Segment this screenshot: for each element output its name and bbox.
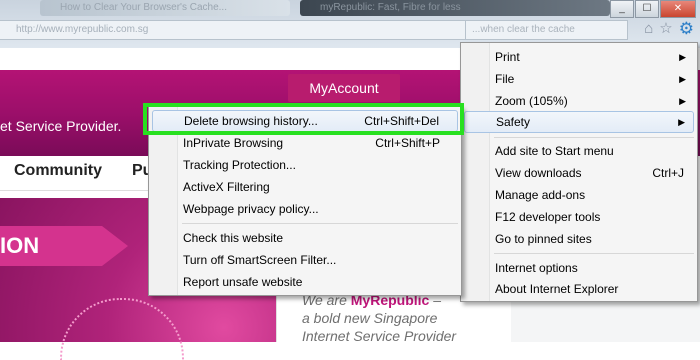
search-box[interactable]: ...when clear the cache [465, 20, 628, 40]
menu-item-manage-addons[interactable]: Manage add-ons [464, 184, 694, 206]
browser-tab-2[interactable]: myRepublic: Fast, Fibre for less [300, 0, 610, 16]
submenu-arrow-icon: ▶ [679, 74, 686, 84]
menu-separator [494, 137, 694, 138]
gear-icon[interactable]: ⚙ [679, 20, 694, 37]
menu-item-view-downloads[interactable]: View downloads Ctrl+J [464, 162, 694, 184]
site-tagline: et Service Provider. [0, 118, 122, 134]
toolbar-icons: ⌂ ☆ ⚙ [644, 20, 694, 37]
address-bar[interactable]: http://www.myrepublic.com.sg [0, 20, 477, 40]
menu-item-tracking-protection[interactable]: Tracking Protection... [152, 154, 458, 176]
window-controls: _ ☐ ✕ [609, 0, 696, 18]
menu-item-safety[interactable]: Safety ▶ [464, 111, 694, 133]
menu-item-check-website[interactable]: Check this website [152, 227, 458, 249]
home-icon[interactable]: ⌂ [644, 21, 653, 37]
menu-item-activex-filtering[interactable]: ActiveX Filtering [152, 176, 458, 198]
myaccount-button[interactable]: MyAccount [288, 74, 400, 102]
menu-item-smartscreen[interactable]: Turn off SmartScreen Filter... [152, 249, 458, 271]
submenu-arrow-icon: ▶ [679, 96, 686, 106]
highlight-annotation-box [143, 103, 464, 135]
menu-item-internet-options[interactable]: Internet options [464, 257, 694, 279]
menu-separator [494, 253, 694, 254]
menu-separator [182, 223, 458, 224]
menu-item-about-ie[interactable]: About Internet Explorer [464, 278, 694, 300]
shortcut-label: Ctrl+J [652, 166, 684, 180]
promo-ribbon: ION [0, 226, 128, 266]
submenu-arrow-icon: ▶ [679, 52, 686, 62]
menu-item-f12-tools[interactable]: F12 developer tools [464, 206, 694, 228]
promo-decoration [60, 298, 184, 360]
maximize-button[interactable]: ☐ [635, 0, 659, 18]
menu-item-zoom[interactable]: Zoom (105%) ▶ [464, 90, 694, 112]
menu-item-inprivate[interactable]: InPrivate Browsing Ctrl+Shift+P [152, 132, 458, 154]
browser-tab[interactable]: How to Clear Your Browser's Cache... [40, 0, 290, 16]
submenu-arrow-icon: ▶ [678, 117, 685, 127]
menu-item-add-to-start[interactable]: Add site to Start menu [464, 140, 694, 162]
nav-item-community[interactable]: Community [14, 162, 102, 180]
shortcut-label: Ctrl+Shift+P [375, 136, 440, 150]
menu-item-print[interactable]: Print ▶ [464, 46, 694, 68]
menu-item-report-unsafe[interactable]: Report unsafe website [152, 271, 458, 293]
minimize-button[interactable]: _ [610, 0, 634, 18]
close-button[interactable]: ✕ [660, 0, 696, 18]
browser-chrome: How to Clear Your Browser's Cache... myR… [0, 0, 700, 48]
tools-menu: Print ▶ File ▶ Zoom (105%) ▶ Safety ▶ Add si… [460, 42, 698, 302]
menu-item-file[interactable]: File ▶ [464, 68, 694, 90]
favorites-star-icon[interactable]: ☆ [659, 21, 672, 37]
info-line-2: a bold new Singapore [302, 310, 438, 326]
menu-item-privacy-policy[interactable]: Webpage privacy policy... [152, 198, 458, 220]
menu-item-pinned-sites[interactable]: Go to pinned sites [464, 228, 694, 250]
